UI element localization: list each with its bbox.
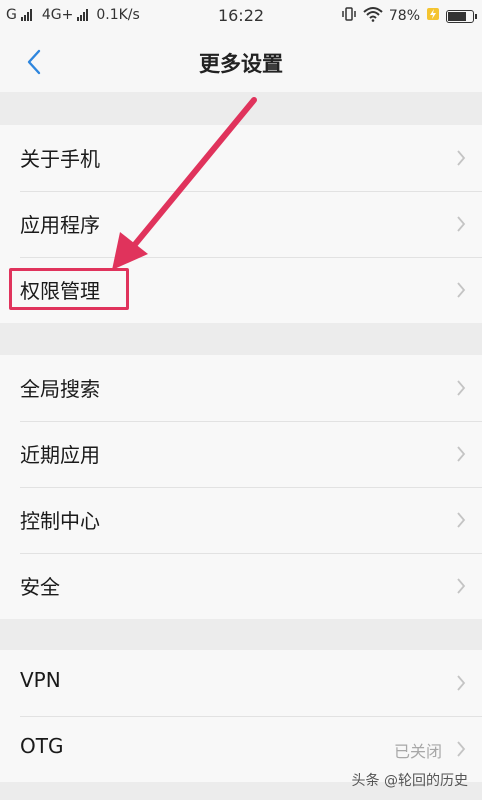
- settings-item-about-phone[interactable]: 关于手机: [0, 125, 482, 191]
- battery-percent: 78%: [388, 8, 420, 24]
- battery-icon: [446, 9, 477, 23]
- chevron-right-icon: [457, 741, 466, 757]
- settings-item-label: 关于手机: [20, 147, 100, 171]
- otg-status: 已关闭: [393, 742, 442, 761]
- chevron-right-icon: [457, 282, 466, 298]
- settings-item-control-center[interactable]: 控制中心: [0, 487, 482, 553]
- chevron-right-icon: [457, 446, 466, 462]
- chevron-right-icon: [457, 380, 466, 396]
- charging-icon: [426, 7, 440, 25]
- settings-item-label: 全局搜索: [20, 377, 100, 401]
- annotation-highlight-box: [9, 268, 129, 310]
- settings-group-2: 全局搜索 近期应用 控制中心 安全: [0, 355, 482, 619]
- chevron-right-icon: [457, 578, 466, 594]
- settings-item-label: 近期应用: [20, 443, 100, 467]
- settings-item-label: 应用程序: [20, 213, 100, 237]
- title-bar: 更多设置: [0, 32, 482, 92]
- settings-item-apps[interactable]: 应用程序: [0, 191, 482, 257]
- settings-group-3: VPN OTG 已关闭: [0, 650, 482, 782]
- status-right: 78%: [341, 6, 477, 26]
- chevron-right-icon: [457, 675, 466, 691]
- wifi-icon: [363, 6, 383, 26]
- status-bar: G 4G+ 0.1K/s 16:22 78%: [0, 0, 482, 32]
- settings-item-vpn[interactable]: VPN: [0, 650, 482, 716]
- settings-item-global-search[interactable]: 全局搜索: [0, 355, 482, 421]
- chevron-right-icon: [457, 512, 466, 528]
- chevron-right-icon: [457, 150, 466, 166]
- vibrate-icon: [341, 6, 357, 26]
- settings-item-recent-apps[interactable]: 近期应用: [0, 421, 482, 487]
- chevron-right-icon: [457, 216, 466, 232]
- page-title: 更多设置: [199, 52, 283, 76]
- settings-item-security[interactable]: 安全: [0, 553, 482, 619]
- watermark: 头条 @轮回的历史: [351, 773, 468, 789]
- settings-item-label: 安全: [20, 575, 60, 599]
- settings-item-label: 控制中心: [20, 509, 100, 533]
- settings-item-label: OTG: [20, 734, 64, 758]
- settings-item-label: VPN: [20, 668, 61, 692]
